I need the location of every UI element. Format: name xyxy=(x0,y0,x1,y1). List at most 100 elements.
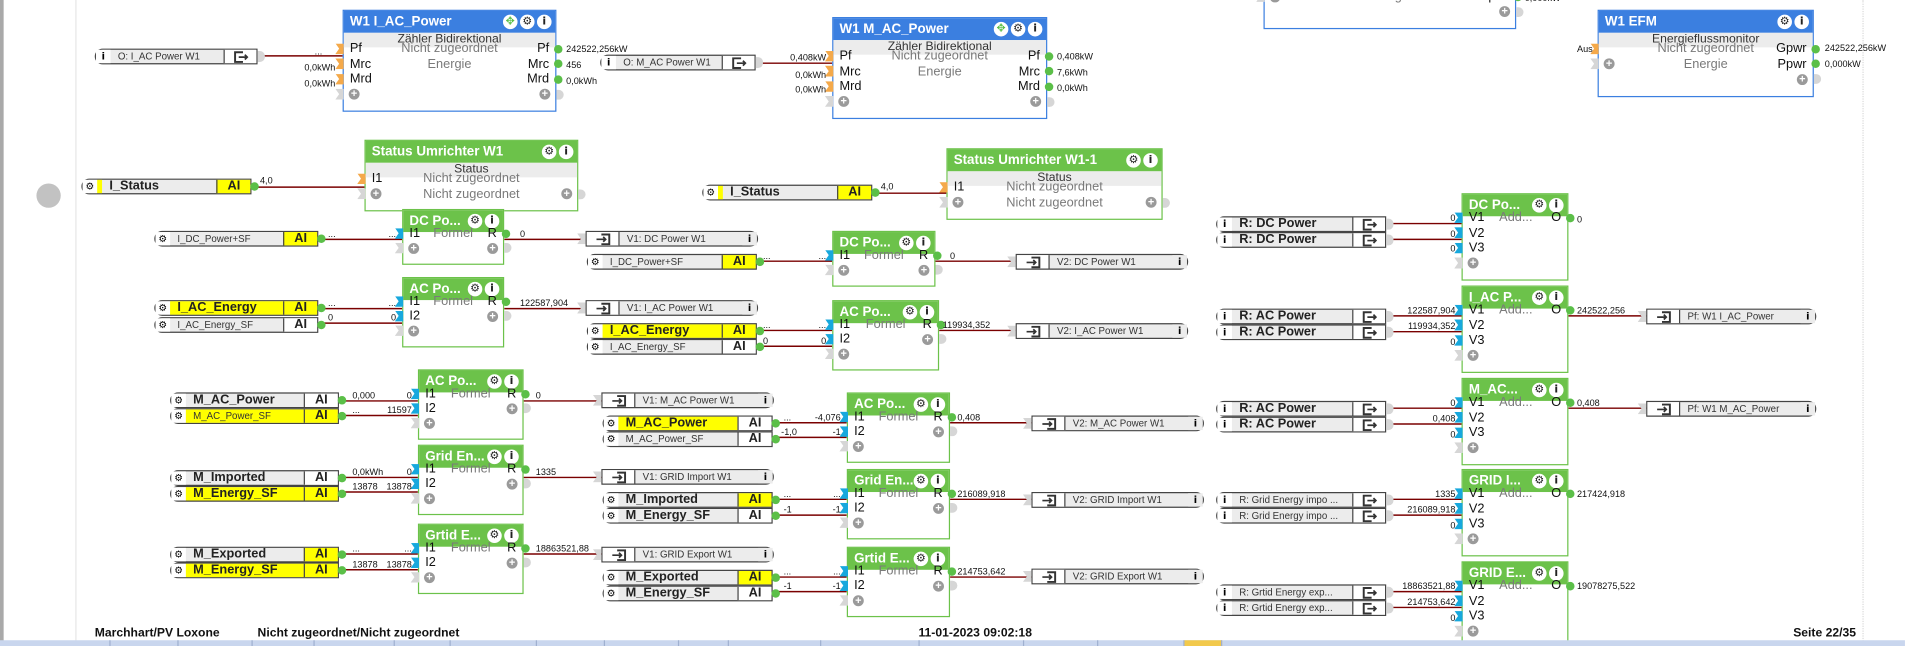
output-pin[interactable] xyxy=(1044,82,1054,91)
info-icon[interactable]: i xyxy=(1217,325,1232,339)
function-block[interactable]: I_AC P... ⚙ i V1 Add... O V2 V3 + xyxy=(1454,285,1575,373)
gear-icon[interactable]: ⚙ xyxy=(1777,14,1792,30)
analog-input-node[interactable]: ⚙ I_Status AI xyxy=(702,184,880,201)
output-reference-node[interactable]: i R: AC Power xyxy=(1216,416,1394,433)
gear-icon[interactable]: ⚙ xyxy=(588,255,603,269)
gear-icon[interactable]: ⚙ xyxy=(603,493,619,507)
function-block[interactable]: AC Po... ⚙ i I1 Formel R I2 + + xyxy=(824,300,947,371)
analog-input-node[interactable]: ⚙ M_Exported AI xyxy=(602,569,780,586)
info-icon[interactable]: i xyxy=(1217,509,1232,523)
info-icon[interactable]: i xyxy=(1217,402,1232,416)
function-block[interactable]: GRID I... ⚙ i V1 Add... O V2 V3 + xyxy=(1454,468,1575,557)
add-input-icon[interactable]: + xyxy=(1467,625,1479,637)
analog-input-node[interactable]: ⚙ I_AC_Energy_SF AI xyxy=(154,317,326,333)
output-pin[interactable] xyxy=(771,573,780,582)
analog-input-node[interactable]: ⚙ M_AC_Power_SF AI xyxy=(602,431,780,448)
analog-input-node[interactable]: ⚙ M_AC_Power AI xyxy=(602,415,780,432)
block-header[interactable]: Status Umrichter W1-1 ⚙ i xyxy=(947,149,1162,172)
analog-input-node[interactable]: ⚙ I_AC_Energy AI xyxy=(586,323,765,339)
info-icon[interactable]: i xyxy=(1800,402,1816,416)
add-input-icon[interactable]: + xyxy=(1467,442,1479,454)
output-pin[interactable] xyxy=(1566,305,1575,315)
info-icon[interactable]: i xyxy=(1188,493,1203,507)
gear-icon[interactable]: ⚙ xyxy=(588,324,603,338)
add-output-icon[interactable]: + xyxy=(933,580,944,592)
add-output-pin[interactable] xyxy=(1516,6,1524,17)
info-icon[interactable]: i xyxy=(95,49,111,64)
virtual-input-node[interactable]: V1: I_AC Power W1 i xyxy=(577,300,759,316)
gear-icon[interactable]: ⚙ xyxy=(519,14,535,30)
info-icon[interactable]: i xyxy=(1172,324,1187,338)
output-pin[interactable] xyxy=(317,234,326,243)
add-input-icon[interactable]: + xyxy=(1467,349,1479,361)
add-input-icon[interactable]: + xyxy=(408,242,420,254)
output-reference-node[interactable]: i R: DC Power xyxy=(1216,216,1394,233)
gear-icon[interactable]: ⚙ xyxy=(171,487,186,501)
move-icon[interactable]: ✥ xyxy=(993,21,1009,37)
output-pin[interactable] xyxy=(317,320,326,330)
output-reference-node[interactable]: i O: I_AC Power W1 xyxy=(94,48,265,65)
virtual-input-node[interactable]: Pf: W1 M_AC_Power i xyxy=(1637,400,1817,417)
output-pin[interactable] xyxy=(1811,59,1820,69)
analog-input-node[interactable]: ⚙ M_AC_Power_SF AI xyxy=(170,408,347,425)
function-block[interactable]: Grid En... ⚙ i I1 Formel R I2 + + xyxy=(839,468,958,540)
info-icon[interactable]: i xyxy=(1217,217,1232,231)
add-input-icon[interactable]: + xyxy=(852,594,864,606)
page-tab-strip[interactable] xyxy=(0,640,1905,646)
virtual-input-node[interactable]: V2: M_AC Power W1 i xyxy=(1022,415,1204,432)
add-output-icon[interactable]: + xyxy=(1145,196,1157,208)
info-icon[interactable]: i xyxy=(1172,255,1187,269)
gear-icon[interactable]: ⚙ xyxy=(171,547,186,562)
gear-icon[interactable]: ⚙ xyxy=(155,232,171,246)
info-icon[interactable]: i xyxy=(1217,585,1232,599)
add-input-icon[interactable]: + xyxy=(424,571,435,583)
info-icon[interactable]: i xyxy=(1217,601,1232,615)
output-pin[interactable] xyxy=(337,473,347,483)
gear-icon[interactable]: ⚙ xyxy=(155,318,171,332)
output-pin[interactable] xyxy=(947,412,957,421)
add-output-icon[interactable]: + xyxy=(506,402,518,414)
virtual-input-node[interactable]: V2: GRID Import W1 i xyxy=(1022,492,1204,508)
gear-icon[interactable]: ⚙ xyxy=(541,144,557,160)
output-reference-node[interactable]: i R: AC Power xyxy=(1216,308,1394,325)
gear-icon[interactable]: ⚙ xyxy=(603,571,619,585)
info-icon[interactable]: i xyxy=(1188,569,1203,584)
gear-icon[interactable]: ⚙ xyxy=(171,393,186,407)
analog-input-node[interactable]: ⚙ M_Energy_SF AI xyxy=(602,507,780,524)
add-output-pin[interactable] xyxy=(1047,96,1055,107)
block-header[interactable]: Status Umrichter W1 ⚙ i xyxy=(365,140,578,163)
analog-input-node[interactable]: ⚙ I_Status AI xyxy=(81,178,259,195)
output-reference-node[interactable]: i O: M_AC Power W1 xyxy=(600,54,763,71)
output-reference-node[interactable]: i R: AC Power xyxy=(1216,400,1394,417)
add-output-icon[interactable]: + xyxy=(1499,5,1511,18)
add-input-icon[interactable]: + xyxy=(952,196,964,208)
info-icon[interactable]: i xyxy=(1794,14,1809,30)
output-pin[interactable] xyxy=(1566,488,1575,498)
add-input-icon[interactable]: + xyxy=(1467,533,1479,545)
info-icon[interactable]: i xyxy=(1800,309,1816,324)
add-input-pin[interactable] xyxy=(1256,0,1265,2)
virtual-input-node[interactable]: V1: DC Power W1 i xyxy=(577,230,759,247)
add-input-icon[interactable]: + xyxy=(370,188,382,200)
output-pin[interactable] xyxy=(337,550,347,559)
gear-icon[interactable]: ⚙ xyxy=(603,416,619,431)
output-pin[interactable] xyxy=(501,229,511,238)
analog-input-node[interactable]: ⚙ I_DC_Power+SF AI xyxy=(586,253,765,270)
loxone-config-canvas[interactable]: W1 I_AC_Power ✥ ⚙ i Zähler Bidirektional Pf Ni… xyxy=(0,0,1905,646)
analog-input-node[interactable]: ⚙ M_Imported AI xyxy=(602,492,780,508)
analog-input-node[interactable]: ⚙ M_Energy_SF AI xyxy=(170,485,347,502)
analog-input-node[interactable]: ⚙ M_Imported AI xyxy=(170,470,347,486)
block-header[interactable]: W1 M_AC_Power ✥ ⚙ i xyxy=(833,18,1047,41)
output-pin[interactable] xyxy=(771,511,780,520)
output-pin[interactable] xyxy=(771,419,780,428)
virtual-input-node[interactable]: V1: GRID Export W1 i xyxy=(592,546,774,563)
function-block[interactable]: W1 I_AC_Power ✥ ⚙ i Zähler Bidirektional Pf Ni… xyxy=(335,9,564,112)
add-input-icon[interactable]: + xyxy=(838,264,850,276)
info-icon[interactable]: i xyxy=(1143,153,1158,168)
output-pin[interactable] xyxy=(947,488,957,498)
info-icon[interactable]: i xyxy=(1217,309,1232,324)
gear-icon[interactable]: ⚙ xyxy=(603,432,619,446)
info-icon[interactable]: i xyxy=(1217,493,1232,507)
output-pin[interactable] xyxy=(771,589,780,598)
add-output-icon[interactable]: + xyxy=(918,264,930,276)
